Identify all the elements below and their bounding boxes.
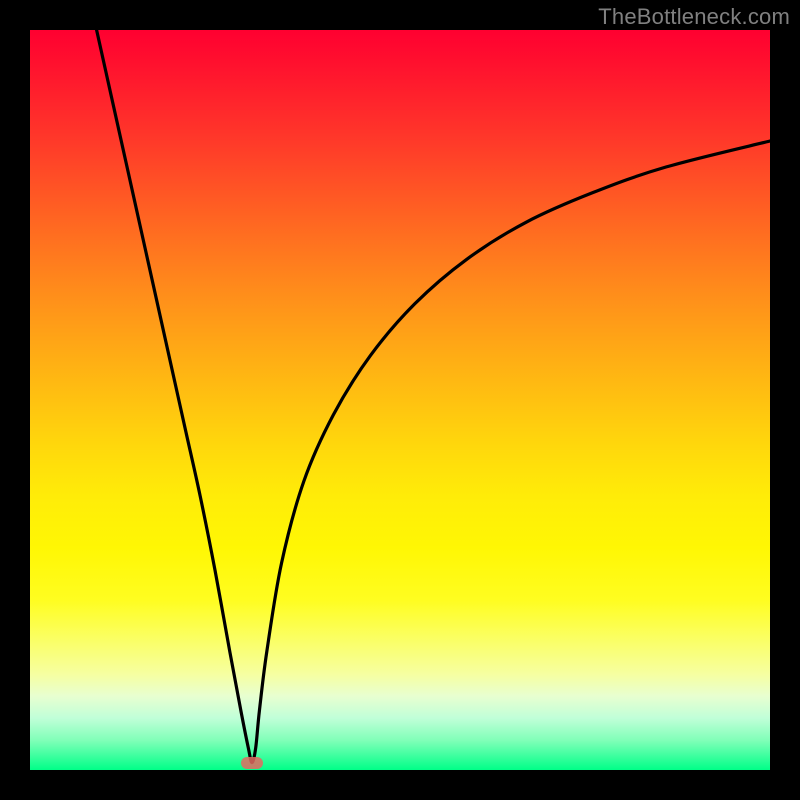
chart-frame: TheBottleneck.com bbox=[0, 0, 800, 800]
curve-svg bbox=[30, 30, 770, 770]
watermark-text: TheBottleneck.com bbox=[598, 4, 790, 30]
plot-area bbox=[30, 30, 770, 770]
vertex-marker bbox=[241, 757, 263, 769]
curve-path bbox=[97, 30, 770, 763]
